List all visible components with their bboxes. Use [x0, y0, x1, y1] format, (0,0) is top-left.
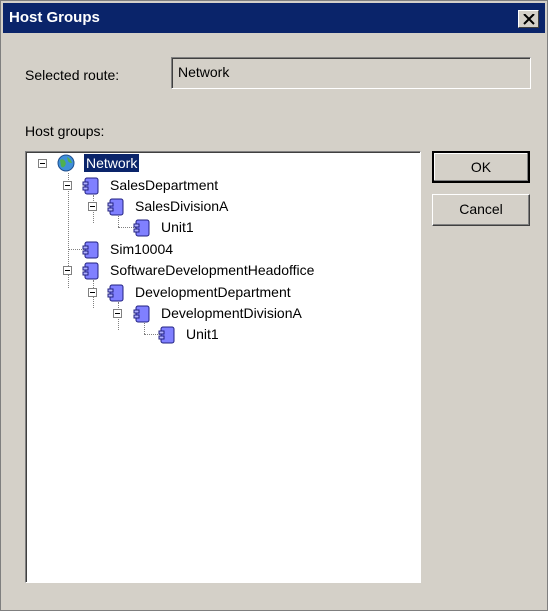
tree-node-software-development-headoffice[interactable]: SoftwareDevelopmentHeadoffice: [108, 261, 316, 279]
collapse-toggle[interactable]: [63, 266, 72, 275]
server-group-icon: [107, 198, 124, 216]
host-groups-label: Host groups:: [25, 123, 105, 139]
ok-button[interactable]: OK: [432, 151, 530, 183]
server-group-icon: [82, 177, 99, 195]
tree-node-sim10004[interactable]: Sim10004: [108, 240, 175, 258]
collapse-toggle[interactable]: [38, 159, 47, 168]
tree-node-network[interactable]: Network: [82, 153, 141, 173]
tree-connector: [118, 216, 119, 227]
selected-route-field: Network: [171, 57, 531, 89]
globe-icon: [57, 154, 75, 172]
tree-node-unit1[interactable]: Unit1: [159, 218, 196, 236]
tree-node-unit1[interactable]: Unit1: [184, 325, 221, 343]
selected-route-label: Selected route:: [25, 67, 120, 83]
close-icon: [523, 14, 535, 25]
collapse-toggle[interactable]: [113, 309, 122, 318]
server-group-icon: [158, 326, 175, 344]
server-group-icon: [82, 262, 99, 280]
tree-node-development-department[interactable]: DevelopmentDepartment: [133, 283, 293, 301]
tree-node-sales-department[interactable]: SalesDepartment: [108, 176, 220, 194]
collapse-toggle[interactable]: [88, 288, 97, 297]
title-bar[interactable]: Host Groups: [3, 3, 545, 33]
window-title: Host Groups: [9, 9, 100, 26]
cancel-button[interactable]: Cancel: [432, 194, 530, 226]
server-group-icon: [133, 219, 150, 237]
server-group-icon: [133, 305, 150, 323]
tree-node-sales-division-a[interactable]: SalesDivisionA: [133, 197, 230, 215]
close-button[interactable]: [518, 10, 539, 28]
collapse-toggle[interactable]: [63, 181, 72, 190]
server-group-icon: [107, 284, 124, 302]
tree-connector: [144, 323, 145, 334]
server-group-icon: [82, 241, 99, 259]
host-groups-tree[interactable]: Network SalesDepartment SalesDivisionA U…: [25, 151, 421, 583]
tree-node-development-division-a[interactable]: DevelopmentDivisionA: [159, 304, 304, 322]
collapse-toggle[interactable]: [88, 202, 97, 211]
host-groups-dialog: Host Groups Selected route: Network Host…: [0, 0, 548, 611]
